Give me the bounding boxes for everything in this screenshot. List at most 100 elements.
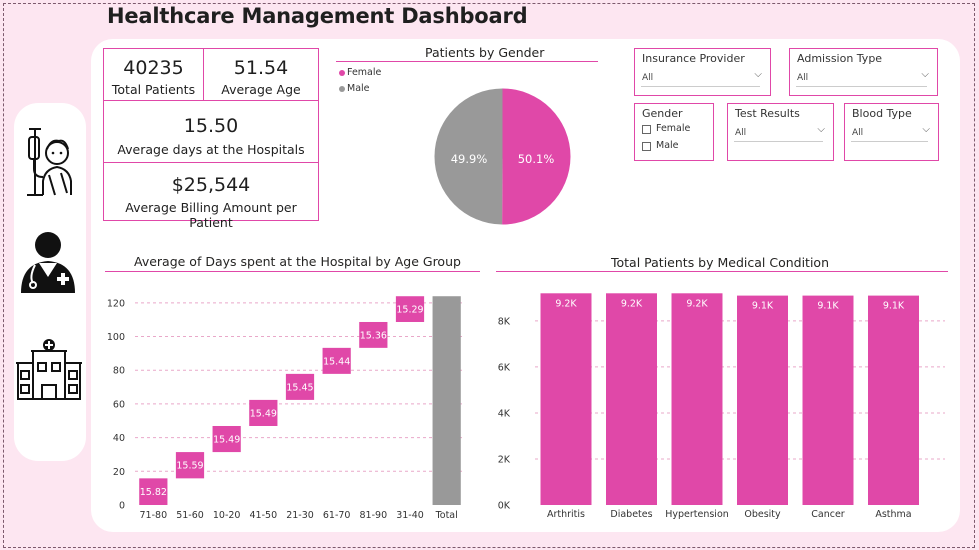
condition-chart-title: Total Patients by Medical Condition [611, 255, 829, 270]
slicer-title: Gender [642, 107, 683, 120]
slicer-underline [851, 141, 928, 142]
x-tick-label: Hypertension [665, 509, 729, 520]
x-tick-label: 41-50 [250, 510, 278, 521]
pie-title-underline [336, 61, 598, 62]
waterfall-total-bar[interactable] [432, 296, 461, 505]
kpi-label: Average days at the Hospitals [117, 142, 305, 157]
sidebar [14, 103, 86, 461]
pie-label-female: 50.1% [518, 152, 555, 166]
bar-data-label: 9.1K [883, 301, 905, 312]
x-tick-label: 21-30 [286, 510, 314, 521]
bar-data-label: 15.29 [396, 305, 423, 316]
insurance-provider-slicer[interactable]: Insurance Provider All ⌵ [634, 48, 771, 96]
slicer-title: Insurance Provider [642, 52, 745, 65]
age-title-underline [105, 271, 480, 272]
kpi-average-age: 51.54 Average Age [203, 48, 319, 101]
blood-type-slicer[interactable]: Blood Type All ⌵ [844, 103, 939, 161]
y-tick-label: 120 [107, 298, 125, 309]
test-results-value[interactable]: All [735, 128, 746, 138]
kpi-total-patients: 40235 Total Patients [103, 48, 204, 101]
legend-label-male[interactable]: Male [347, 83, 370, 94]
gender-slicer: Gender Female Male [634, 103, 714, 161]
kpi-average-days: 15.50 Average days at the Hospitals [103, 100, 319, 163]
x-tick-label: 10-20 [213, 510, 241, 521]
admission-type-value[interactable]: All [797, 73, 808, 83]
chevron-down-icon[interactable]: ⌵ [817, 124, 825, 135]
bar-data-label: 9.2K [555, 298, 577, 309]
chevron-down-icon[interactable]: ⌵ [754, 69, 762, 80]
x-tick-label: Total [435, 510, 458, 521]
patient-iv-icon[interactable] [15, 125, 79, 197]
age-group-chart: 0 20 40 60 80 100 120 15.82 71-80 15.59 51-60 15.49… [107, 296, 465, 521]
bar-data-label: 15.49 [213, 435, 240, 446]
female-checkbox[interactable] [642, 125, 651, 134]
bar-data-label: 9.1K [752, 301, 774, 312]
slicer-underline [734, 141, 823, 142]
condition-bar[interactable] [737, 295, 788, 505]
bar-data-label: 15.44 [323, 356, 350, 367]
x-tick-label: Diabetes [610, 509, 652, 520]
legend-dot-male [339, 86, 345, 92]
x-tick-label: Asthma [875, 509, 911, 520]
condition-bar[interactable] [671, 293, 723, 505]
chevron-down-icon[interactable]: ⌵ [922, 124, 930, 135]
pie-chart: 50.1% 49.9% [434, 88, 571, 225]
x-tick-label: 61-70 [323, 510, 351, 521]
bar-data-label: 15.49 [250, 408, 277, 419]
insurance-provider-value[interactable]: All [642, 73, 653, 83]
slicer-title: Test Results [735, 107, 800, 120]
y-tick-label: 6K [498, 362, 511, 373]
legend-dot-female [339, 70, 345, 76]
y-tick-label: 40 [113, 433, 125, 444]
kpi-value: 51.54 [233, 57, 289, 79]
condition-bar[interactable] [606, 293, 657, 505]
y-tick-label: 0K [498, 501, 511, 512]
x-tick-label: Cancer [811, 509, 845, 520]
slicer-underline [796, 86, 927, 87]
y-tick-label: 60 [113, 399, 125, 410]
bar-data-label: 15.45 [286, 382, 313, 393]
bar-data-label: 15.36 [360, 330, 387, 341]
kpi-label: Average Age [221, 82, 301, 97]
page-title: Healthcare Management Dashboard [107, 4, 528, 28]
bar-data-label: 9.1K [817, 301, 839, 312]
kpi-label: Total Patients [111, 82, 196, 97]
x-tick-label: 81-90 [360, 510, 388, 521]
kpi-value: 15.50 [183, 115, 239, 137]
x-tick-label: 51-60 [176, 510, 204, 521]
chevron-down-icon[interactable]: ⌵ [921, 69, 929, 80]
male-option-label[interactable]: Male [656, 140, 679, 151]
hospital-icon[interactable] [15, 339, 83, 401]
condition-bar[interactable] [540, 293, 592, 505]
slicer-title: Blood Type [852, 107, 912, 120]
medical-condition-chart: 0K 2K 4K 6K 8K 9.2K Arthritis 9.2K Diabetes 9.2K H… [498, 293, 945, 520]
kpi-average-billing: $25,544 Average Billing Amount per Patie… [103, 162, 319, 230]
age-chart-title: Average of Days spent at the Hospital by… [134, 254, 461, 269]
bar-data-label: 15.82 [140, 487, 167, 498]
bar-data-label: 15.59 [176, 461, 203, 472]
blood-type-value[interactable]: All [852, 128, 863, 138]
pie-label-male: 49.9% [451, 152, 488, 166]
condition-title-underline [496, 271, 948, 272]
doctor-icon[interactable] [17, 227, 79, 297]
y-tick-label: 2K [498, 454, 511, 465]
legend-label-female[interactable]: Female [347, 67, 381, 78]
y-tick-label: 20 [113, 467, 125, 478]
bar-data-label: 9.2K [686, 298, 708, 309]
x-tick-label: Obesity [744, 509, 781, 520]
slicer-underline [641, 86, 760, 87]
x-tick-label: 31-40 [396, 510, 424, 521]
male-checkbox[interactable] [642, 142, 651, 151]
y-tick-label: 0 [119, 501, 125, 512]
y-tick-label: 100 [107, 332, 125, 343]
female-option-label[interactable]: Female [656, 123, 690, 134]
slicer-title: Admission Type [797, 52, 883, 65]
y-tick-label: 4K [498, 408, 511, 419]
kpi-label: Average Billing Amount per Patient [125, 200, 297, 230]
condition-bar[interactable] [802, 295, 854, 505]
admission-type-slicer[interactable]: Admission Type All ⌵ [789, 48, 938, 96]
pie-chart-title: Patients by Gender [425, 45, 545, 60]
condition-bar[interactable] [868, 295, 919, 505]
x-tick-label: 71-80 [140, 510, 168, 521]
test-results-slicer[interactable]: Test Results All ⌵ [727, 103, 834, 161]
